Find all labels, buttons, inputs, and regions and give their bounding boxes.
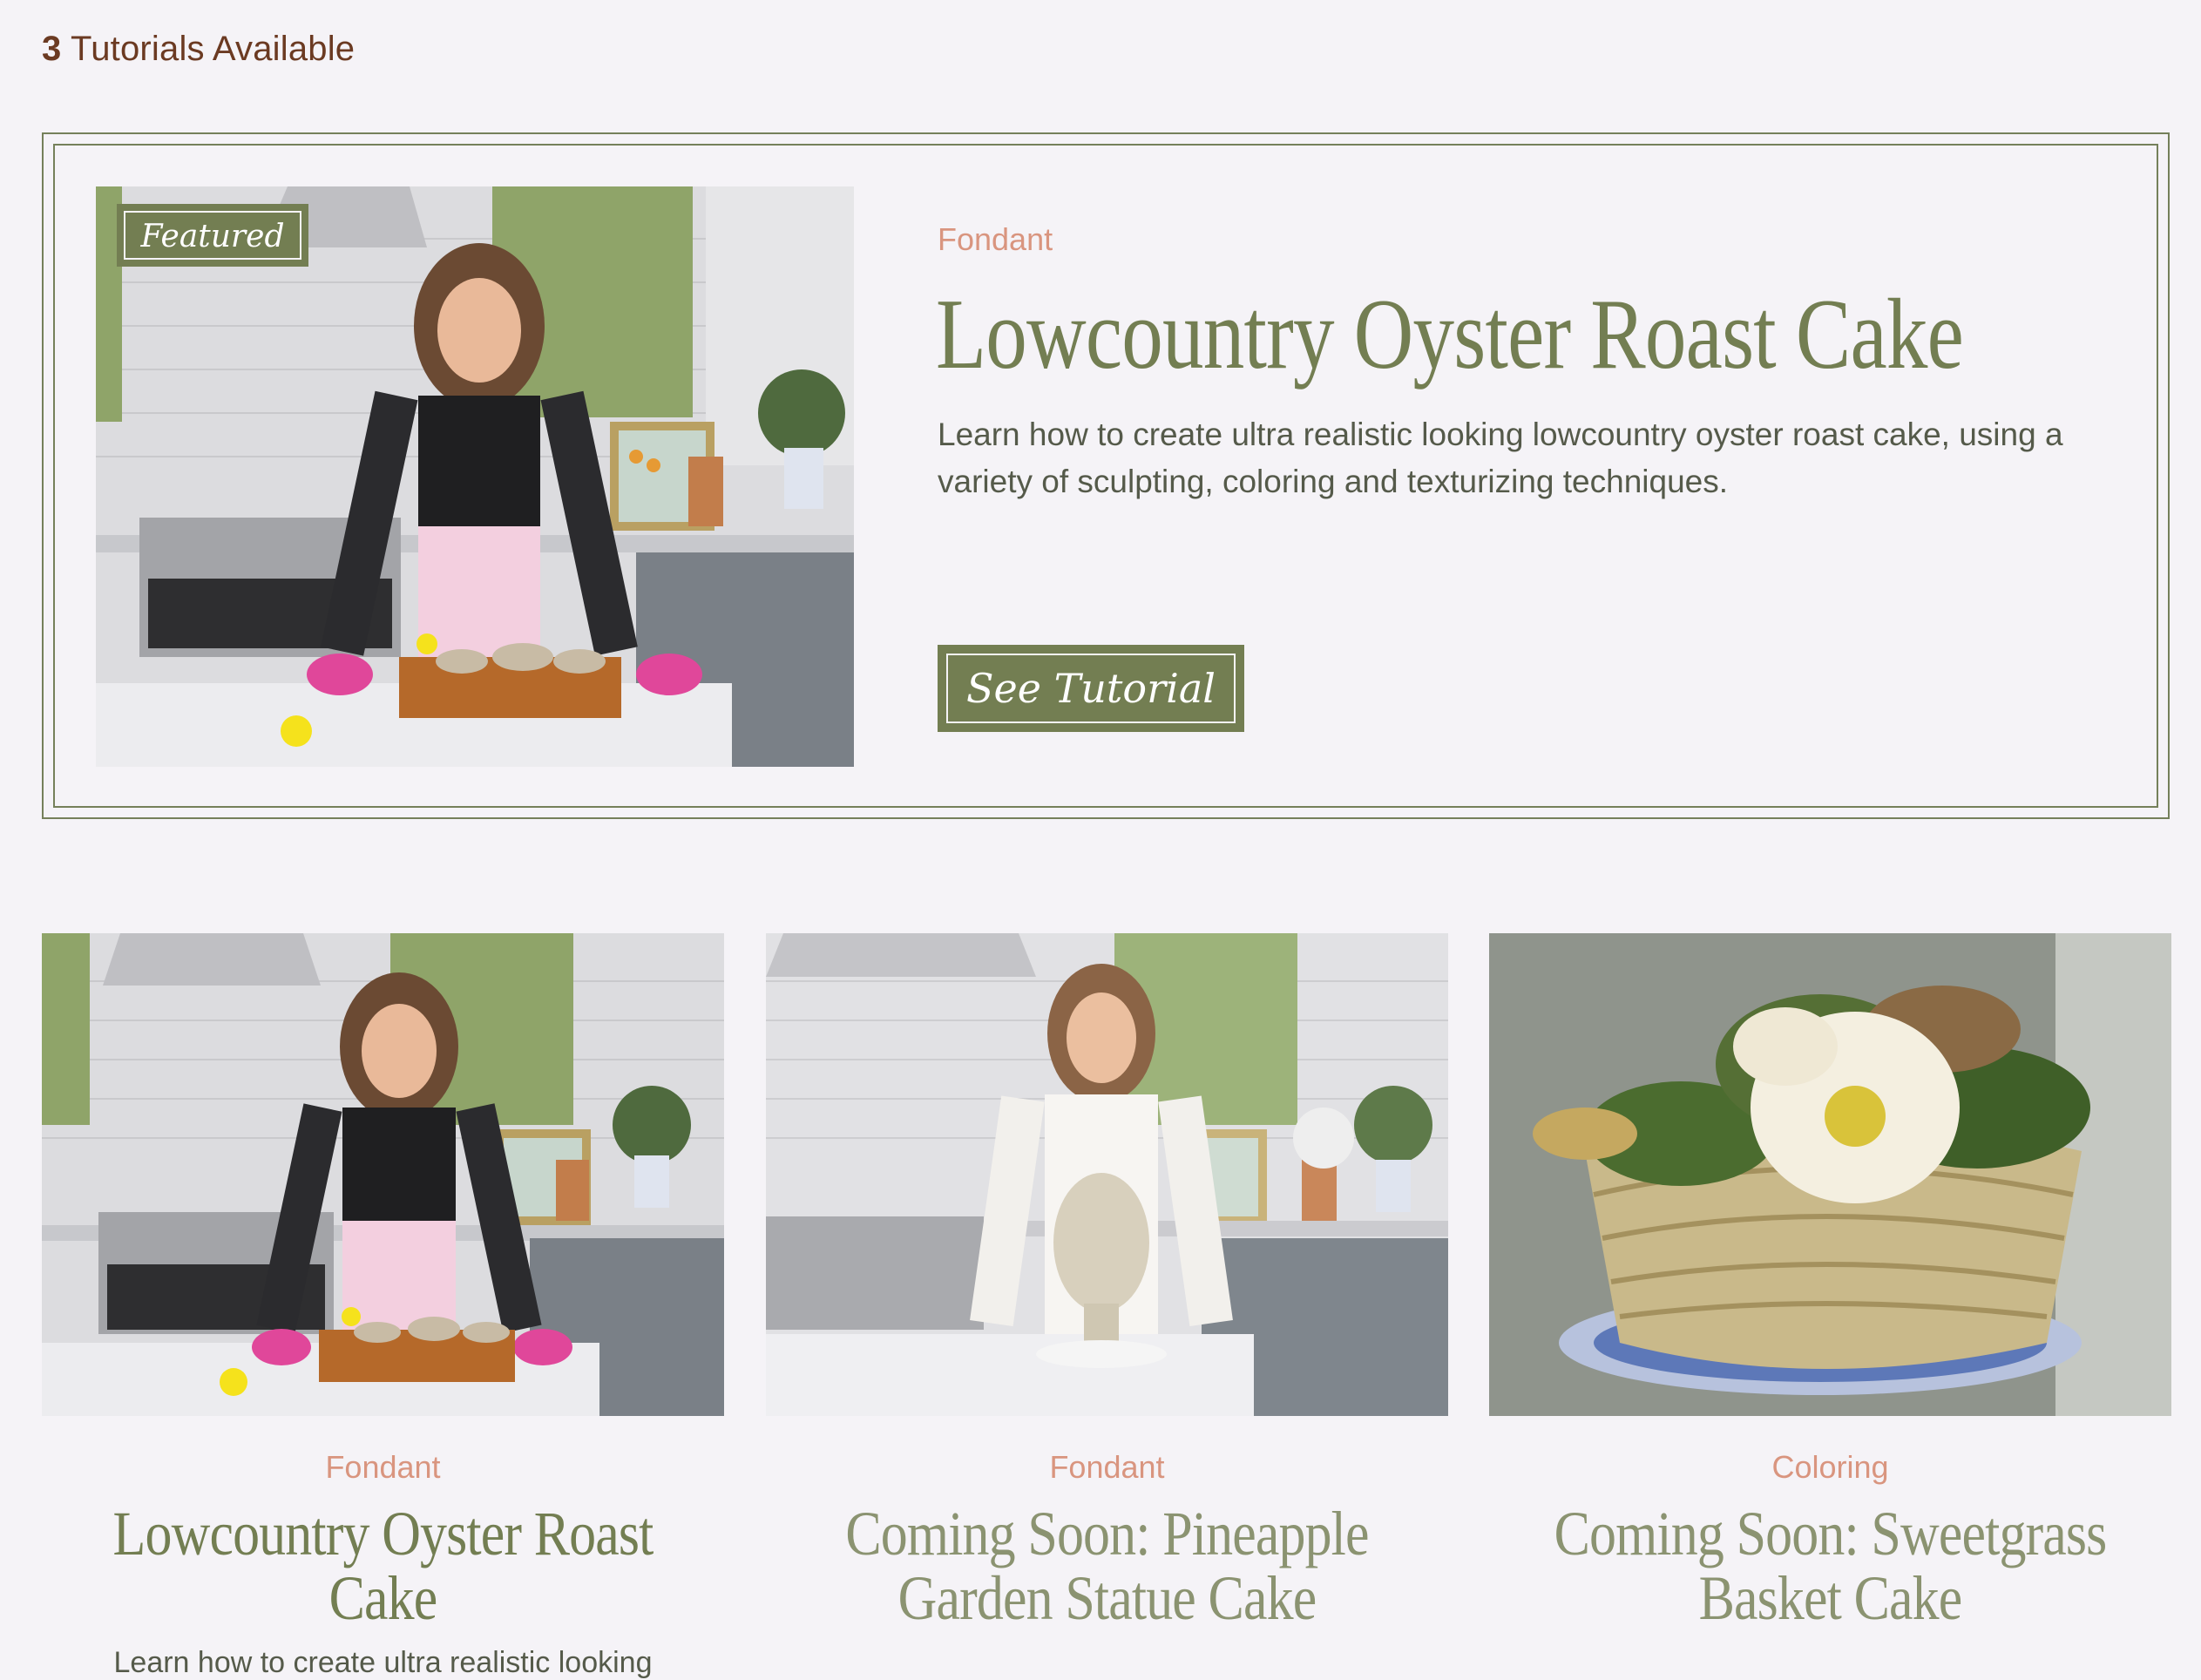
featured-tutorial-image[interactable]	[96, 186, 854, 767]
kitchen-scene-illustration	[766, 933, 1448, 1416]
see-tutorial-button[interactable]: See Tutorial	[938, 645, 1244, 732]
tutorial-card-title-text: Coming Soon: Pineapple Garden Statue Cak…	[845, 1499, 1369, 1633]
tutorial-card-title[interactable]: Coming Soon: Sweetgrass Basket Cake	[1489, 1501, 2171, 1630]
featured-title[interactable]: Lowcountry Oyster Roast Cake	[936, 277, 1964, 393]
kitchen-scene-illustration	[42, 933, 724, 1416]
tutorial-count-label: Tutorials Available	[71, 30, 356, 68]
tutorial-card[interactable]: Fondant Lowcountry Oyster Roast Cake Lea…	[42, 933, 724, 1680]
tutorial-card-title[interactable]: Coming Soon: Pineapple Garden Statue Cak…	[766, 1501, 1448, 1630]
sweetgrass-basket-cake-illustration	[1489, 933, 2171, 1416]
tutorial-card-category[interactable]: Coloring	[1489, 1449, 2171, 1486]
tutorial-card-category[interactable]: Fondant	[42, 1449, 724, 1486]
see-tutorial-button-label: See Tutorial	[966, 665, 1216, 712]
featured-description: Learn how to create ultra realistic look…	[938, 417, 2063, 499]
tutorial-card-image[interactable]	[1489, 933, 2171, 1416]
tutorial-card-description: Learn how to create ultra realistic look…	[113, 1646, 653, 1679]
featured-badge: Featured	[117, 204, 308, 267]
tutorial-card-image[interactable]	[766, 933, 1448, 1416]
tutorial-card[interactable]: Fondant Coming Soon: Pineapple Garden St…	[766, 933, 1448, 1630]
tutorial-card[interactable]: Coloring Coming Soon: Sweetgrass Basket …	[1489, 933, 2171, 1630]
tutorial-card-title-text: Lowcountry Oyster Roast Cake	[112, 1499, 654, 1633]
tutorial-card-image[interactable]	[42, 933, 724, 1416]
kitchen-scene-illustration	[96, 186, 854, 767]
featured-badge-label: Featured	[140, 219, 285, 254]
tutorial-card-category[interactable]: Fondant	[766, 1449, 1448, 1486]
tutorial-count: 3 Tutorials Available	[42, 30, 355, 69]
tutorial-count-number: 3	[42, 30, 62, 68]
tutorial-card-title[interactable]: Lowcountry Oyster Roast Cake	[42, 1501, 724, 1630]
tutorial-card-title-text: Coming Soon: Sweetgrass Basket Cake	[1554, 1499, 2108, 1633]
featured-category[interactable]: Fondant	[938, 221, 1053, 258]
